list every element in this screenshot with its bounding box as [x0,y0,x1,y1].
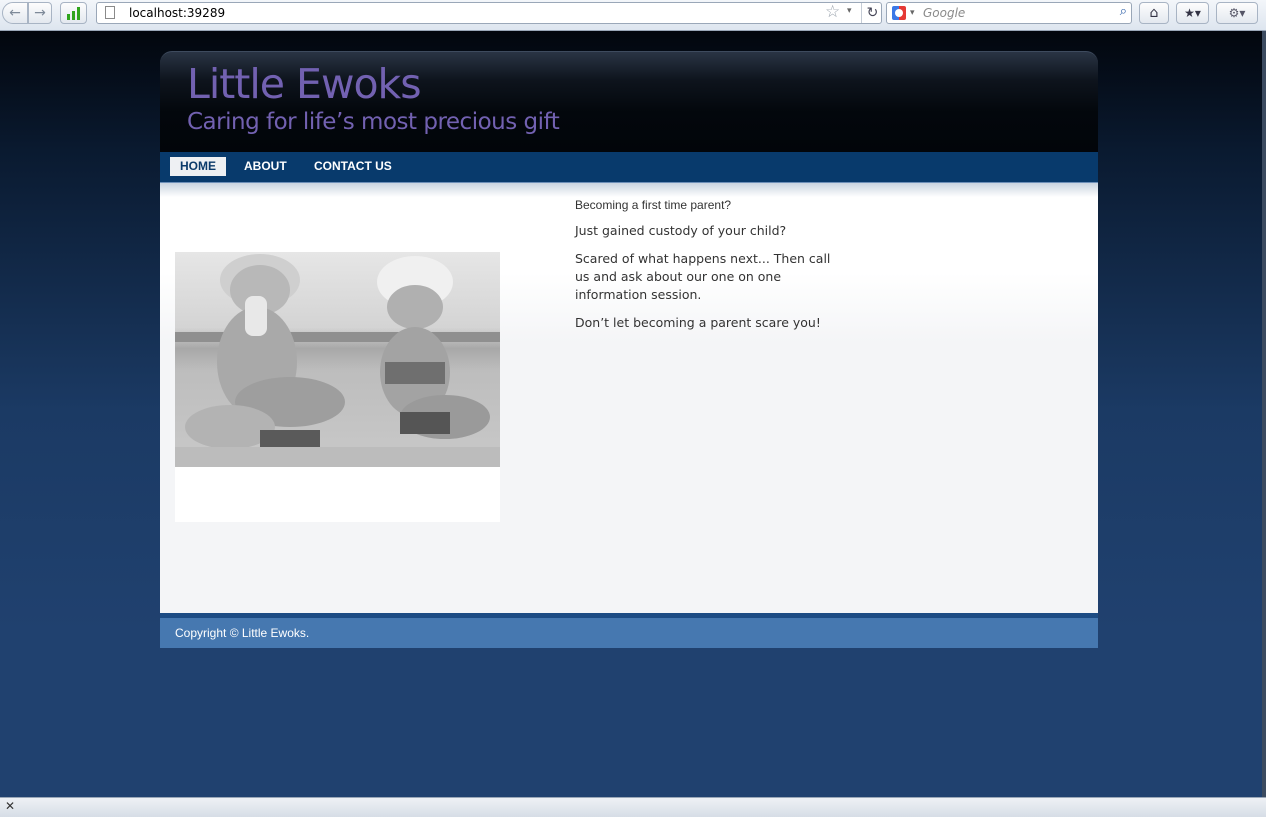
signal-button[interactable] [60,2,87,24]
google-logo-icon [892,6,906,20]
history-dropdown-icon[interactable]: ▾ [847,6,852,16]
copyright-text: Copyright © Little Ewoks. [175,626,310,640]
home-icon: ⌂ [1149,5,1159,21]
intro-paragraph-3: Scared of what happens next... Then call… [575,251,831,302]
intro-paragraph-2: Just gained custody of your child? [575,223,787,238]
window-edge [1262,31,1266,797]
back-arrow-icon: ← [9,5,21,21]
intro-paragraph-1: Becoming a first time parent? [575,198,732,212]
main-content: Becoming a first time parent? Just gaine… [160,182,1098,613]
menu-item-about[interactable]: ABOUT [234,157,297,176]
status-bar: ✕ [0,797,1266,817]
search-bar[interactable]: ▾ Google ⌕ [886,2,1132,24]
site-tagline: Caring for life’s most precious gift [187,109,560,135]
url-text[interactable]: localhost:39289 [129,6,225,20]
browser-toolbar: ← → localhost:39289 ☆ ▾ ↻ ▾ Google ⌕ ⌂ ★… [0,0,1266,31]
reload-icon[interactable]: ↻ [861,3,883,23]
search-engine-dropdown-icon[interactable]: ▾ [910,8,915,18]
page-viewport: Little Ewoks Caring for life’s most prec… [0,31,1262,797]
site-title: Little Ewoks [187,60,422,108]
signal-bars-icon [66,7,80,20]
photo-frame [175,197,500,522]
address-bar[interactable]: localhost:39289 ☆ ▾ ↻ [96,2,882,24]
site-header: Little Ewoks Caring for life’s most prec… [160,51,1098,152]
close-icon[interactable]: ✕ [5,799,15,813]
back-button[interactable]: ← [2,2,28,24]
intro-paragraph-4: Don’t let becoming a parent scare you! [575,315,821,330]
main-menu: HOME ABOUT CONTACT US [160,152,1098,182]
search-input[interactable]: Google [923,6,965,20]
home-button[interactable]: ⌂ [1139,2,1169,24]
forward-button[interactable]: → [28,2,52,24]
intro-text: Becoming a first time parent? Just gaine… [575,198,835,342]
menu-item-contact-us[interactable]: CONTACT US [304,157,402,176]
page-icon [105,6,115,19]
search-icon[interactable]: ⌕ [1120,4,1127,19]
addons-button[interactable]: ⚙▾ [1216,2,1258,24]
menu-item-home[interactable]: HOME [170,157,226,176]
puzzle-icon: ⚙▾ [1228,6,1246,20]
bookmarks-icon: ★▾ [1184,6,1201,20]
forward-arrow-icon: → [34,5,46,21]
site-footer: Copyright © Little Ewoks. [160,618,1098,648]
children-photo [175,252,500,467]
bookmark-star-icon[interactable]: ☆ [825,2,840,22]
bookmarks-button[interactable]: ★▾ [1176,2,1209,24]
site-container: Little Ewoks Caring for life’s most prec… [160,51,1098,648]
